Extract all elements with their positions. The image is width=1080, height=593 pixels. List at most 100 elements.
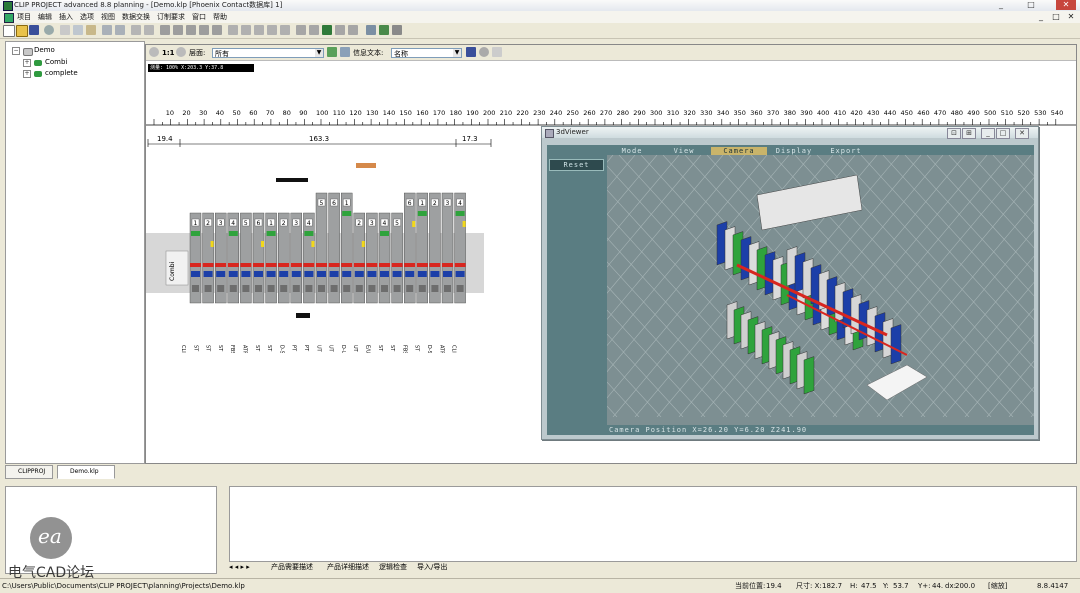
pe-marker <box>462 221 466 227</box>
tool-icon[interactable] <box>335 25 345 35</box>
minimize-button[interactable]: _ <box>994 0 1008 10</box>
tool-icon[interactable] <box>199 25 209 35</box>
menu-help[interactable]: 帮助 <box>213 11 227 23</box>
terminal-number: 2 <box>357 220 361 227</box>
layer-edit-icon[interactable] <box>340 47 350 57</box>
tree-item-combi[interactable]: Combi <box>45 58 67 66</box>
maximize-button[interactable]: □ <box>1024 0 1038 10</box>
tool-icon[interactable] <box>392 25 402 35</box>
menu-project[interactable]: 项目 <box>17 11 31 23</box>
reset-button[interactable]: Reset <box>549 159 604 171</box>
tool-icon[interactable] <box>267 25 277 35</box>
tab-product-requirements[interactable]: 产品需要描述 <box>271 561 313 573</box>
close-button[interactable]: ✕ <box>1056 0 1076 10</box>
viewer-close-button[interactable]: ✕ <box>1015 128 1029 139</box>
mode-indicator: [缩放] <box>988 582 1008 590</box>
size-value: 182.7 <box>822 582 843 590</box>
undo-icon[interactable] <box>102 25 112 35</box>
terminal-number: 4 <box>458 200 462 207</box>
tab-logic-check[interactable]: 逻辑检查 <box>379 561 407 573</box>
bridge-bar <box>202 263 214 267</box>
menu-options[interactable]: 选项 <box>80 11 94 23</box>
cut-icon[interactable] <box>60 25 70 35</box>
grid-line <box>436 154 658 418</box>
redo-icon[interactable] <box>115 25 125 35</box>
tool-icon[interactable] <box>241 25 251 35</box>
tab-demo-klp[interactable]: Demo.klp <box>57 465 115 479</box>
expand-icon[interactable]: + <box>23 59 31 67</box>
scroll-arrows-icon[interactable]: ◂ ◂ ▸ ▸ <box>229 561 250 573</box>
layer-select[interactable]: 所有 ▼ <box>212 48 324 58</box>
tab-import-export[interactable]: 导入/导出 <box>417 561 447 573</box>
tool-icon[interactable] <box>186 25 196 35</box>
menu-view[interactable]: 视图 <box>101 11 115 23</box>
size-label: 尺寸: X: <box>796 582 822 590</box>
tool-icon[interactable] <box>254 25 264 35</box>
tool-icon[interactable] <box>379 25 389 35</box>
zoom-icon[interactable] <box>149 47 159 57</box>
edit-icon[interactable] <box>492 47 502 57</box>
collapse-icon[interactable]: − <box>12 47 20 55</box>
menu-insert[interactable]: 插入 <box>59 11 73 23</box>
tree-item-complete[interactable]: complete <box>45 69 78 77</box>
3d-scene[interactable] <box>222 154 1076 425</box>
tool-icon[interactable] <box>309 25 319 35</box>
tab-product-details[interactable]: 产品详细描述 <box>327 561 369 573</box>
print-preview-icon[interactable] <box>44 25 54 35</box>
new-file-icon[interactable] <box>3 25 15 37</box>
ruler-label: 540 <box>1051 109 1063 117</box>
menu-window[interactable]: 窗口 <box>192 11 206 23</box>
ruler-label: 40 <box>216 109 224 117</box>
3d-viewer-window[interactable]: 3dViewer ⊡ ⊞ _ □ ✕ Mode View Camera Disp… <box>222 126 1076 440</box>
check-icon[interactable] <box>322 25 332 35</box>
tool-icon[interactable] <box>348 25 358 35</box>
tool-icon[interactable] <box>173 25 183 35</box>
connector-blue <box>216 271 226 277</box>
info-text-select[interactable]: 名称 ▼ <box>391 48 462 58</box>
tool-icon[interactable] <box>212 25 222 35</box>
tool-icon[interactable] <box>280 25 290 35</box>
tool-icon[interactable] <box>296 25 306 35</box>
menu-order[interactable]: 订制要求 <box>157 11 185 23</box>
viewer-pin-button[interactable]: ⊡ <box>947 128 961 139</box>
open-folder-icon[interactable] <box>16 25 28 37</box>
tool-icon[interactable] <box>131 25 141 35</box>
expand-icon[interactable]: + <box>23 70 31 78</box>
main-toolbar <box>0 23 1080 39</box>
bridge-bar <box>240 263 252 267</box>
paste-icon[interactable] <box>86 25 96 35</box>
grid-line <box>524 154 746 418</box>
viewer-maximize-button[interactable]: □ <box>996 128 1010 139</box>
doc-close-button[interactable]: ✕ <box>1066 12 1076 22</box>
refresh-icon[interactable] <box>479 47 489 57</box>
layer-icon[interactable] <box>327 47 337 57</box>
save-icon[interactable] <box>29 25 39 35</box>
doc-minimize-button[interactable]: _ <box>1036 12 1046 22</box>
document-canvas[interactable]: 1:1 层面: 所有 ▼ 信息文本: 名称 ▼ 测量: 100% X:203.3… <box>145 44 1077 464</box>
zoom-out-icon[interactable] <box>176 47 186 57</box>
ruler-label: 300 <box>650 109 662 117</box>
connector-blue <box>279 271 289 277</box>
connector-blue <box>254 271 263 277</box>
doc-restore-button[interactable]: □ <box>1051 12 1061 22</box>
ruler-label: 520 <box>1017 109 1029 117</box>
screw-icon <box>393 285 401 292</box>
copy-icon[interactable] <box>73 25 83 35</box>
tree-item-demo[interactable]: Demo <box>34 46 55 54</box>
tool-icon[interactable] <box>160 25 170 35</box>
viewer-dock-button[interactable]: ⊞ <box>962 128 976 139</box>
tool-icon[interactable] <box>366 25 376 35</box>
zoom-1to1-button[interactable]: 1:1 <box>162 48 175 58</box>
chevron-down-icon: ▼ <box>315 49 323 57</box>
ruler-label: 160 <box>416 109 428 117</box>
connector-blue <box>405 271 415 277</box>
tool-icon[interactable] <box>228 25 238 35</box>
connector-green <box>304 231 314 236</box>
tool-icon[interactable] <box>144 25 154 35</box>
viewer-minimize-button[interactable]: _ <box>981 128 995 139</box>
menu-edit[interactable]: 编辑 <box>38 11 52 23</box>
3d-model-render <box>222 154 1076 418</box>
save-view-icon[interactable] <box>466 47 476 57</box>
tab-clipproj[interactable]: CLIPPROJ <box>5 465 53 479</box>
menu-data-exchange[interactable]: 数据交换 <box>122 11 150 23</box>
